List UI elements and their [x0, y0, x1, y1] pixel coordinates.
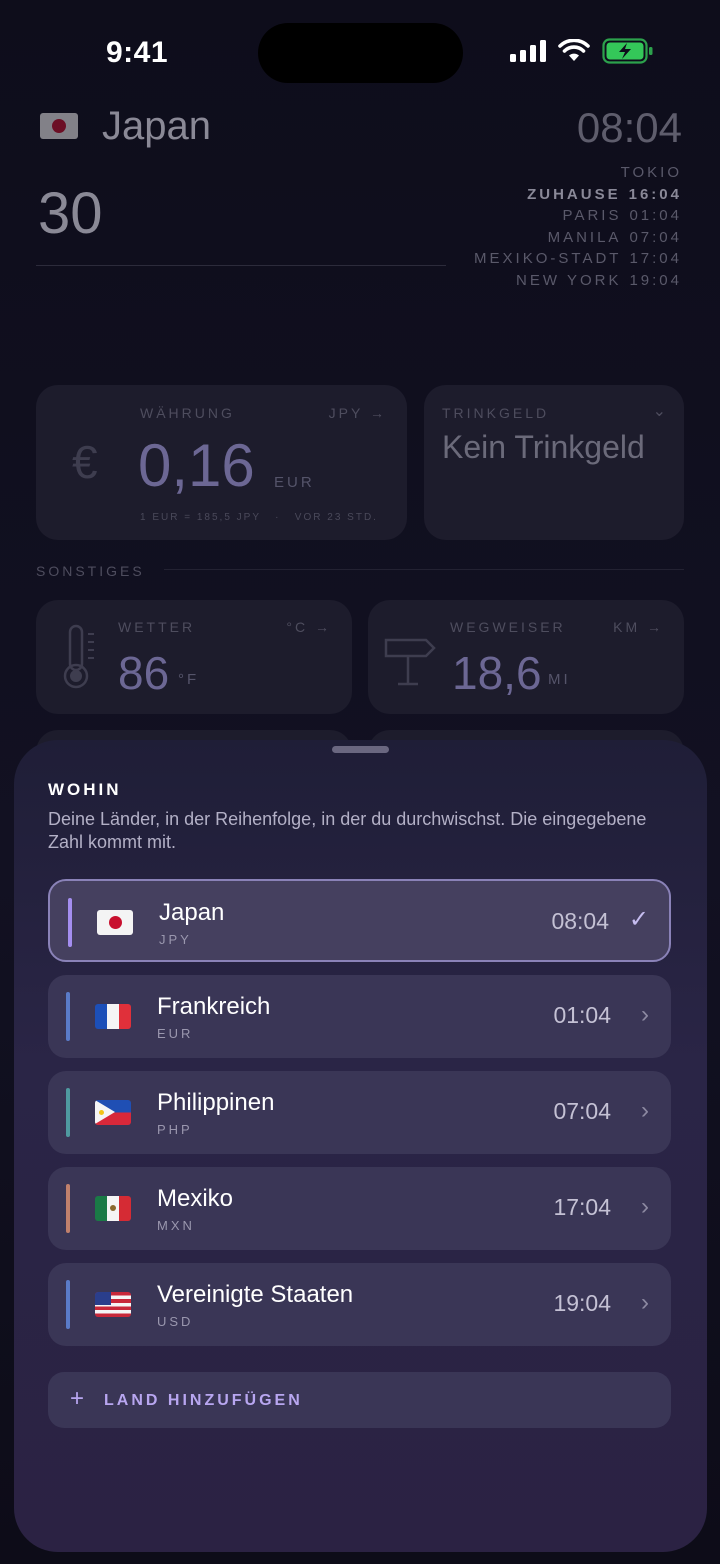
accent-bar: [68, 898, 72, 947]
country-name: Philippinen: [157, 1089, 275, 1116]
world-clock-list: TOKIO ZUHAUSE 16:04 PARIS 01:04 MANILA 07:0…: [474, 162, 682, 291]
status-time: 9:41: [106, 36, 169, 69]
section-divider: [164, 569, 684, 570]
amount-input[interactable]: 30: [38, 180, 103, 247]
arrow-right-icon: →: [647, 619, 664, 635]
current-country-title[interactable]: Japan: [102, 104, 211, 149]
country-name: Japan: [159, 899, 225, 926]
exchange-rate-note: 1 EUR = 185,5 JPY · VOR 23 STD.: [140, 512, 378, 523]
accent-bar: [66, 1280, 70, 1329]
destination-sheet: WOHIN Deine Länder, in der Reihenfolge, …: [14, 740, 707, 1552]
country-time: 19:04: [553, 1290, 611, 1316]
currency-code: EUR: [157, 1026, 194, 1041]
chevron-right-icon: ›: [641, 1289, 649, 1316]
chevron-right-icon: ›: [641, 1193, 649, 1220]
currency-code: PHP: [157, 1122, 193, 1137]
arrow-right-icon: →: [370, 405, 387, 421]
dynamic-island: [258, 23, 463, 83]
distance-card[interactable]: WEGWEISER KM → 18,6 MI: [368, 600, 684, 714]
chevron-right-icon: ›: [641, 1097, 649, 1124]
zone-row-home: ZUHAUSE 16:04: [527, 185, 682, 203]
add-country-label: LAND HINZUFÜGEN: [104, 1392, 303, 1409]
currency-value: 0,16: [138, 432, 255, 499]
country-row-mexico[interactable]: Mexiko MXN 17:04 ›: [48, 1167, 671, 1250]
distance-value: 18,6: [452, 647, 542, 699]
currency-code-switch[interactable]: JPY →: [329, 405, 387, 421]
country-row-philippines[interactable]: Philippinen PHP 07:04 ›: [48, 1071, 671, 1154]
country-name: Mexiko: [157, 1185, 234, 1212]
accent-bar: [66, 1184, 70, 1233]
distance-unit: MI: [548, 671, 571, 688]
euro-icon: €: [72, 436, 98, 488]
checkmark-icon: ✓: [628, 906, 649, 933]
tip-card[interactable]: TRINKGELD ⌄ Kein Trinkgeld: [424, 385, 684, 540]
currency-card[interactable]: WÄHRUNG JPY → € 0,16 EUR 1 EUR = 185,5 J…: [36, 385, 407, 540]
currency-code: JPY: [159, 932, 192, 947]
country-row-united-states[interactable]: Vereinigte Staaten USD 19:04 ›: [48, 1263, 671, 1346]
currency-code: USD: [157, 1314, 194, 1329]
zone-row: PARIS 01:04: [562, 207, 682, 224]
france-flag-icon: [95, 1004, 131, 1029]
zone-row: NEW YORK 19:04: [516, 271, 682, 289]
accent-bar: [66, 992, 70, 1041]
weather-card[interactable]: WETTER °C → 86 °F: [36, 600, 352, 714]
zone-row: MANILA 07:04: [547, 228, 682, 246]
arrow-right-icon: →: [315, 619, 332, 635]
sheet-description: Deine Länder, in der Reihenfolge, in der…: [48, 809, 647, 852]
chevron-down-icon: ⌄: [652, 403, 666, 420]
section-title-misc: SONSTIGES: [36, 563, 145, 579]
accent-bar: [66, 1088, 70, 1137]
currency-code: MXN: [157, 1218, 195, 1233]
amount-underline: [36, 265, 446, 266]
sheet-title: WOHIN: [48, 780, 122, 799]
sheet-grabber[interactable]: [332, 746, 389, 753]
wifi-icon: [558, 39, 590, 61]
signpost-icon: [384, 638, 436, 686]
country-time: 01:04: [553, 1002, 611, 1028]
country-time: 07:04: [553, 1098, 611, 1124]
tip-value: Kein Trinkgeld: [442, 429, 645, 465]
temperature-unit: °F: [178, 671, 200, 688]
country-row-france[interactable]: Frankreich EUR 01:04 ›: [48, 975, 671, 1058]
battery-charging-icon: [602, 38, 653, 64]
tip-label: TRINKGELD: [442, 405, 550, 421]
distance-label: WEGWEISER: [450, 619, 566, 635]
temperature-value: 86: [118, 647, 170, 699]
thermometer-icon: [63, 624, 94, 689]
usa-flag-icon: [95, 1292, 131, 1317]
japan-flag-icon: [97, 910, 133, 935]
local-clock: 08:04: [576, 104, 682, 151]
zone-row: TOKIO: [620, 164, 682, 181]
cellular-signal-icon: [510, 40, 546, 62]
japan-flag-icon: [40, 113, 78, 139]
add-country-button[interactable]: + LAND HINZUFÜGEN: [48, 1372, 671, 1428]
app-screen: Japan 30 08:04 TOKIO ZUHAUSE 16:04 PARIS 0…: [0, 0, 720, 1564]
weather-label: WETTER: [118, 619, 196, 635]
country-row-japan[interactable]: Japan JPY 08:04 ✓: [48, 879, 671, 962]
country-name: Frankreich: [157, 993, 271, 1020]
plus-icon: +: [70, 1385, 85, 1412]
zone-row: MEXIKO-STADT 17:04: [474, 250, 682, 267]
distance-unit-switch[interactable]: KM →: [613, 619, 664, 635]
currency-unit: EUR: [274, 474, 315, 491]
philippines-flag-icon: [95, 1100, 131, 1125]
country-time: 08:04: [551, 908, 609, 934]
currency-label: WÄHRUNG: [140, 405, 235, 421]
temp-unit-switch[interactable]: °C →: [286, 619, 332, 635]
country-time: 17:04: [553, 1194, 611, 1220]
chevron-right-icon: ›: [641, 1001, 649, 1028]
status-icons: [510, 38, 654, 64]
country-name: Vereinigte Staaten: [157, 1281, 354, 1308]
status-bar: 9:41: [0, 0, 720, 100]
mexico-flag-icon: [95, 1196, 131, 1221]
